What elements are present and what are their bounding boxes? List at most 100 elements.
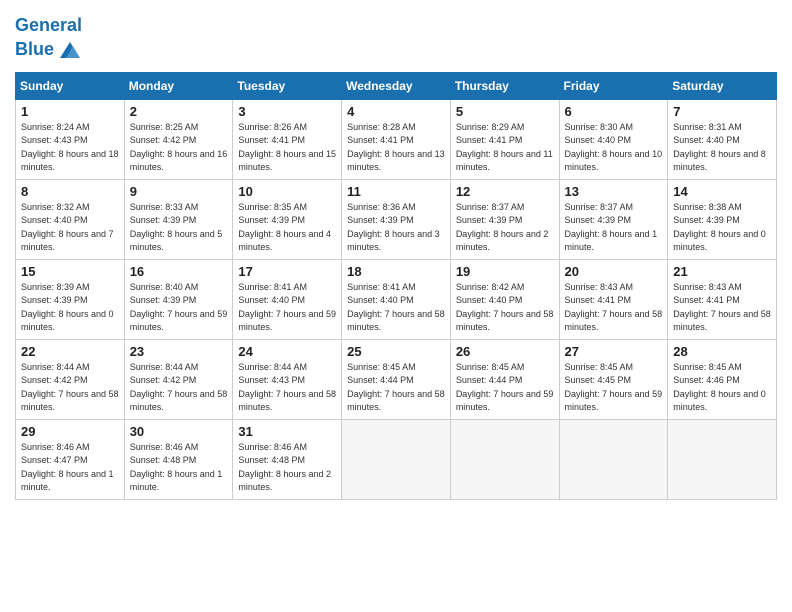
calendar-day-cell: 12 Sunrise: 8:37 AMSunset: 4:39 PMDaylig… <box>450 179 559 259</box>
calendar-day-cell: 29 Sunrise: 8:46 AMSunset: 4:47 PMDaylig… <box>16 419 125 499</box>
logo: General Blue <box>15 16 84 64</box>
day-number: 7 <box>673 104 771 119</box>
calendar-day-cell: 28 Sunrise: 8:45 AMSunset: 4:46 PMDaylig… <box>668 339 777 419</box>
calendar-header-row: SundayMondayTuesdayWednesdayThursdayFrid… <box>16 72 777 99</box>
calendar-day-cell: 19 Sunrise: 8:42 AMSunset: 4:40 PMDaylig… <box>450 259 559 339</box>
day-number: 13 <box>565 184 663 199</box>
calendar-week-row: 15 Sunrise: 8:39 AMSunset: 4:39 PMDaylig… <box>16 259 777 339</box>
day-info: Sunrise: 8:33 AMSunset: 4:39 PMDaylight:… <box>130 201 228 255</box>
day-info: Sunrise: 8:24 AMSunset: 4:43 PMDaylight:… <box>21 121 119 175</box>
day-info: Sunrise: 8:44 AMSunset: 4:43 PMDaylight:… <box>238 361 336 415</box>
day-number: 29 <box>21 424 119 439</box>
day-number: 5 <box>456 104 554 119</box>
calendar-day-cell <box>450 419 559 499</box>
page-header: General Blue <box>15 10 777 64</box>
day-number: 17 <box>238 264 336 279</box>
day-number: 15 <box>21 264 119 279</box>
day-info: Sunrise: 8:45 AMSunset: 4:44 PMDaylight:… <box>347 361 445 415</box>
calendar-day-cell: 11 Sunrise: 8:36 AMSunset: 4:39 PMDaylig… <box>342 179 451 259</box>
day-info: Sunrise: 8:41 AMSunset: 4:40 PMDaylight:… <box>347 281 445 335</box>
calendar-day-cell <box>342 419 451 499</box>
day-info: Sunrise: 8:31 AMSunset: 4:40 PMDaylight:… <box>673 121 771 175</box>
day-info: Sunrise: 8:26 AMSunset: 4:41 PMDaylight:… <box>238 121 336 175</box>
calendar-day-cell <box>559 419 668 499</box>
day-info: Sunrise: 8:46 AMSunset: 4:48 PMDaylight:… <box>130 441 228 495</box>
calendar-day-cell: 6 Sunrise: 8:30 AMSunset: 4:40 PMDayligh… <box>559 99 668 179</box>
day-info: Sunrise: 8:43 AMSunset: 4:41 PMDaylight:… <box>565 281 663 335</box>
day-info: Sunrise: 8:45 AMSunset: 4:44 PMDaylight:… <box>456 361 554 415</box>
day-info: Sunrise: 8:45 AMSunset: 4:46 PMDaylight:… <box>673 361 771 415</box>
day-info: Sunrise: 8:44 AMSunset: 4:42 PMDaylight:… <box>21 361 119 415</box>
calendar-day-cell: 22 Sunrise: 8:44 AMSunset: 4:42 PMDaylig… <box>16 339 125 419</box>
day-number: 3 <box>238 104 336 119</box>
calendar-day-cell: 20 Sunrise: 8:43 AMSunset: 4:41 PMDaylig… <box>559 259 668 339</box>
day-number: 4 <box>347 104 445 119</box>
day-number: 2 <box>130 104 228 119</box>
calendar-week-row: 1 Sunrise: 8:24 AMSunset: 4:43 PMDayligh… <box>16 99 777 179</box>
day-number: 10 <box>238 184 336 199</box>
day-number: 9 <box>130 184 228 199</box>
calendar-day-cell: 15 Sunrise: 8:39 AMSunset: 4:39 PMDaylig… <box>16 259 125 339</box>
calendar-day-cell: 21 Sunrise: 8:43 AMSunset: 4:41 PMDaylig… <box>668 259 777 339</box>
calendar-day-cell: 1 Sunrise: 8:24 AMSunset: 4:43 PMDayligh… <box>16 99 125 179</box>
calendar-week-row: 29 Sunrise: 8:46 AMSunset: 4:47 PMDaylig… <box>16 419 777 499</box>
day-info: Sunrise: 8:36 AMSunset: 4:39 PMDaylight:… <box>347 201 445 255</box>
day-info: Sunrise: 8:37 AMSunset: 4:39 PMDaylight:… <box>456 201 554 255</box>
day-info: Sunrise: 8:40 AMSunset: 4:39 PMDaylight:… <box>130 281 228 335</box>
day-header-wednesday: Wednesday <box>342 72 451 99</box>
day-info: Sunrise: 8:32 AMSunset: 4:40 PMDaylight:… <box>21 201 119 255</box>
logo-blue-text: Blue <box>15 40 54 60</box>
logo-text: General <box>15 16 84 36</box>
day-number: 27 <box>565 344 663 359</box>
calendar-day-cell: 31 Sunrise: 8:46 AMSunset: 4:48 PMDaylig… <box>233 419 342 499</box>
day-number: 1 <box>21 104 119 119</box>
day-number: 25 <box>347 344 445 359</box>
day-info: Sunrise: 8:25 AMSunset: 4:42 PMDaylight:… <box>130 121 228 175</box>
calendar-day-cell: 3 Sunrise: 8:26 AMSunset: 4:41 PMDayligh… <box>233 99 342 179</box>
calendar-day-cell: 2 Sunrise: 8:25 AMSunset: 4:42 PMDayligh… <box>124 99 233 179</box>
day-number: 16 <box>130 264 228 279</box>
day-info: Sunrise: 8:38 AMSunset: 4:39 PMDaylight:… <box>673 201 771 255</box>
day-number: 23 <box>130 344 228 359</box>
day-header-monday: Monday <box>124 72 233 99</box>
day-number: 21 <box>673 264 771 279</box>
calendar-day-cell: 17 Sunrise: 8:41 AMSunset: 4:40 PMDaylig… <box>233 259 342 339</box>
day-info: Sunrise: 8:46 AMSunset: 4:48 PMDaylight:… <box>238 441 336 495</box>
day-number: 6 <box>565 104 663 119</box>
day-header-saturday: Saturday <box>668 72 777 99</box>
day-number: 30 <box>130 424 228 439</box>
day-info: Sunrise: 8:42 AMSunset: 4:40 PMDaylight:… <box>456 281 554 335</box>
day-number: 12 <box>456 184 554 199</box>
day-header-thursday: Thursday <box>450 72 559 99</box>
day-number: 19 <box>456 264 554 279</box>
day-info: Sunrise: 8:35 AMSunset: 4:39 PMDaylight:… <box>238 201 336 255</box>
day-info: Sunrise: 8:44 AMSunset: 4:42 PMDaylight:… <box>130 361 228 415</box>
calendar-day-cell: 7 Sunrise: 8:31 AMSunset: 4:40 PMDayligh… <box>668 99 777 179</box>
calendar-table: SundayMondayTuesdayWednesdayThursdayFrid… <box>15 72 777 500</box>
day-number: 20 <box>565 264 663 279</box>
calendar-day-cell: 26 Sunrise: 8:45 AMSunset: 4:44 PMDaylig… <box>450 339 559 419</box>
calendar-week-row: 8 Sunrise: 8:32 AMSunset: 4:40 PMDayligh… <box>16 179 777 259</box>
logo-icon <box>56 36 84 64</box>
day-header-sunday: Sunday <box>16 72 125 99</box>
calendar-week-row: 22 Sunrise: 8:44 AMSunset: 4:42 PMDaylig… <box>16 339 777 419</box>
day-number: 26 <box>456 344 554 359</box>
calendar-day-cell: 9 Sunrise: 8:33 AMSunset: 4:39 PMDayligh… <box>124 179 233 259</box>
calendar-day-cell: 23 Sunrise: 8:44 AMSunset: 4:42 PMDaylig… <box>124 339 233 419</box>
day-number: 28 <box>673 344 771 359</box>
calendar-day-cell: 24 Sunrise: 8:44 AMSunset: 4:43 PMDaylig… <box>233 339 342 419</box>
day-number: 8 <box>21 184 119 199</box>
day-header-friday: Friday <box>559 72 668 99</box>
day-info: Sunrise: 8:37 AMSunset: 4:39 PMDaylight:… <box>565 201 663 255</box>
day-number: 14 <box>673 184 771 199</box>
calendar-day-cell: 30 Sunrise: 8:46 AMSunset: 4:48 PMDaylig… <box>124 419 233 499</box>
day-number: 22 <box>21 344 119 359</box>
day-number: 18 <box>347 264 445 279</box>
day-info: Sunrise: 8:39 AMSunset: 4:39 PMDaylight:… <box>21 281 119 335</box>
day-info: Sunrise: 8:30 AMSunset: 4:40 PMDaylight:… <box>565 121 663 175</box>
day-info: Sunrise: 8:43 AMSunset: 4:41 PMDaylight:… <box>673 281 771 335</box>
day-info: Sunrise: 8:28 AMSunset: 4:41 PMDaylight:… <box>347 121 445 175</box>
calendar-day-cell: 5 Sunrise: 8:29 AMSunset: 4:41 PMDayligh… <box>450 99 559 179</box>
calendar-day-cell: 18 Sunrise: 8:41 AMSunset: 4:40 PMDaylig… <box>342 259 451 339</box>
calendar-day-cell: 10 Sunrise: 8:35 AMSunset: 4:39 PMDaylig… <box>233 179 342 259</box>
